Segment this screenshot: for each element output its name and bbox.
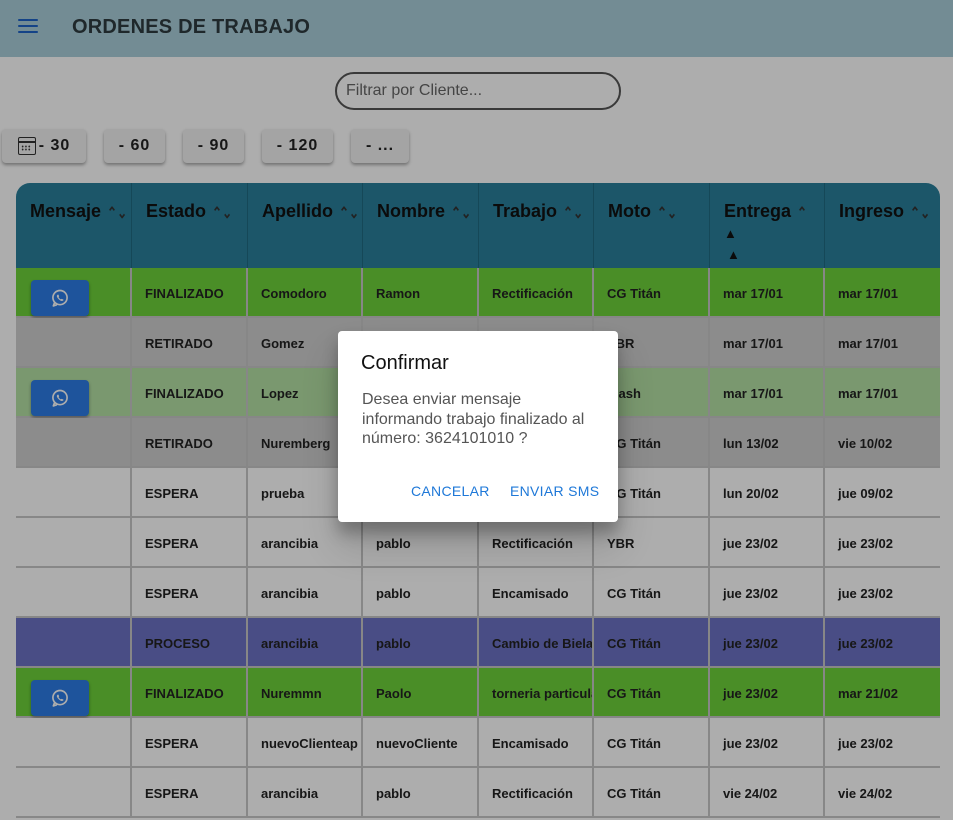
- cancel-button[interactable]: CANCELAR: [411, 483, 490, 499]
- dialog-title: Confirmar: [361, 352, 449, 374]
- dialog-message: Desea enviar mensaje informando trabajo …: [362, 391, 585, 447]
- send-sms-button[interactable]: ENVIAR SMS: [510, 483, 599, 499]
- confirm-dialog: Confirmar Desea enviar mensaje informand…: [338, 331, 618, 522]
